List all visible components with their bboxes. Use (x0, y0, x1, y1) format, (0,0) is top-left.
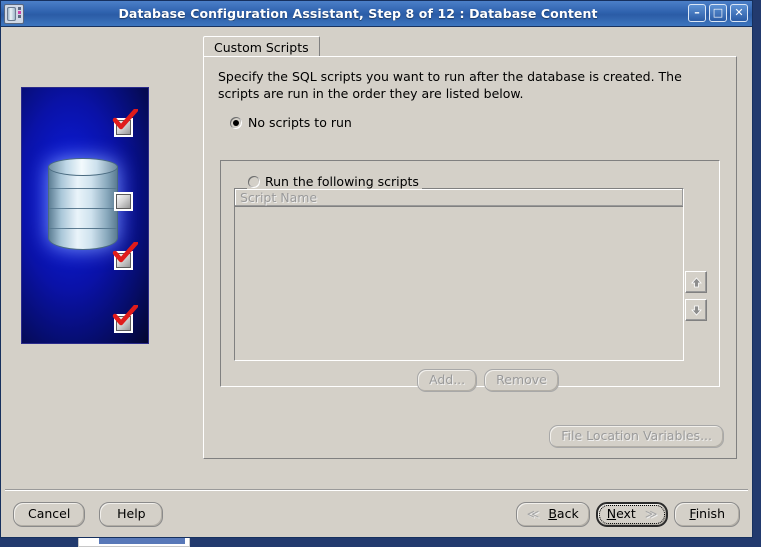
column-header-script-name: Script Name (240, 190, 318, 205)
check-icon (112, 242, 138, 263)
table-header-row: Script Name (235, 189, 683, 207)
next-label-rest: ext (616, 505, 636, 521)
finish-label-rest: inish (695, 505, 725, 521)
sidebar (1, 27, 201, 489)
cancel-button[interactable]: Cancel (13, 501, 86, 527)
move-up-button[interactable] (685, 271, 707, 293)
check-icon (112, 305, 138, 326)
panel-description: Specify the SQL scripts you want to run … (218, 69, 682, 101)
remove-script-button[interactable]: Remove (484, 369, 559, 392)
back-label: Back (548, 505, 579, 521)
arrow-down-icon (690, 305, 702, 316)
finish-button[interactable]: Finish (674, 501, 740, 527)
add-script-button[interactable]: Add... (417, 369, 478, 392)
file-location-wrapper: File Location Variables... (549, 425, 724, 448)
chevron-left-icon: ≪ (526, 506, 540, 521)
wizard-banner-image (21, 87, 149, 344)
chevron-right-icon: ≫ (644, 506, 658, 521)
title-bar[interactable]: Database Configuration Assistant, Step 8… (1, 1, 752, 27)
banner-step-marker-1 (112, 109, 138, 138)
tab-panel-custom-scripts: Specify the SQL scripts you want to run … (203, 56, 737, 459)
database-server-icon (4, 3, 24, 24)
tab-custom-scripts[interactable]: Custom Scripts (203, 36, 320, 58)
maximize-icon[interactable]: □ (709, 4, 727, 22)
radio-label-no-scripts: No scripts to run (248, 115, 352, 130)
next-button[interactable]: Next ≫ (595, 501, 669, 527)
banner-step-marker-2 (114, 192, 134, 212)
content-row: Custom Scripts Specify the SQL scripts y… (1, 27, 752, 489)
footer-button-bar: Cancel Help ≪ Back Next ≫ Finish (1, 491, 752, 537)
radio-indicator-unselected (248, 175, 260, 188)
radio-run-following-scripts[interactable]: Run the following scripts (247, 174, 422, 189)
back-label-rest: ack (556, 505, 579, 521)
script-name-table[interactable]: Script Name (234, 188, 684, 361)
window-controls: – □ ✕ (688, 4, 748, 22)
next-label: Next (606, 505, 636, 521)
table-body-empty (235, 208, 683, 360)
radio-label-run-scripts: Run the following scripts (265, 174, 419, 189)
radio-indicator-selected (230, 116, 242, 129)
help-button[interactable]: Help (99, 501, 164, 527)
reorder-button-group (685, 271, 707, 321)
footer-left-buttons: Cancel Help (13, 501, 164, 527)
minimize-icon[interactable]: – (688, 4, 706, 22)
window-body: Custom Scripts Specify the SQL scripts y… (1, 27, 752, 537)
radio-no-scripts-to-run[interactable]: No scripts to run (230, 115, 352, 130)
file-location-variables-button[interactable]: File Location Variables... (549, 425, 724, 448)
window-title: Database Configuration Assistant, Step 8… (118, 6, 598, 21)
main-panel: Custom Scripts Specify the SQL scripts y… (201, 27, 752, 489)
banner-step-marker-3 (112, 242, 138, 271)
desktop-window-fragment-bar (99, 537, 185, 544)
move-down-button[interactable] (685, 299, 707, 321)
scripts-group-box: Run the following scripts Script Name Ad… (220, 160, 720, 392)
check-icon (112, 109, 138, 130)
close-icon[interactable]: ✕ (730, 4, 748, 22)
banner-step-marker-4 (112, 305, 138, 334)
back-button[interactable]: ≪ Back (515, 501, 590, 527)
application-window: Database Configuration Assistant, Step 8… (0, 0, 753, 538)
tab-strip: Custom Scripts (203, 35, 320, 58)
database-cylinder-icon (48, 158, 118, 258)
footer-right-buttons: ≪ Back Next ≫ Finish (515, 501, 740, 527)
list-action-buttons: Add... Remove (417, 369, 559, 392)
arrow-up-icon (690, 276, 702, 287)
